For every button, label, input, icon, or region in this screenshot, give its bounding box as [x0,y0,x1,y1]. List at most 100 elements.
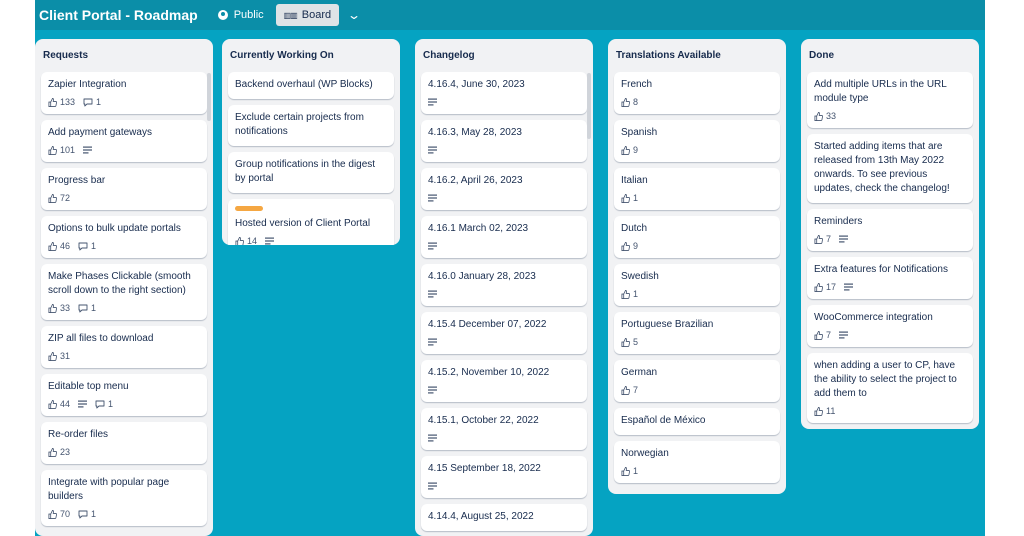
board-view-button[interactable]: ▥▥ Board [275,4,340,26]
card-title: 4.16.2, April 26, 2023 [428,175,523,186]
card[interactable]: Swedish 1 [614,264,780,306]
likes-badge[interactable]: 44 [48,399,70,409]
card[interactable]: Progress bar 72 [41,168,207,210]
card[interactable]: Español de México [614,408,780,435]
likes-badge[interactable]: 17 [814,282,836,292]
likes-count: 1 [633,466,639,476]
likes-badge[interactable]: 31 [48,351,70,361]
card[interactable]: 4.15.2, November 10, 2022 [421,360,587,402]
card[interactable]: Backend overhaul (WP Blocks) [228,72,394,99]
card[interactable]: German 7 [614,360,780,402]
likes-badge[interactable]: 8 [621,97,638,107]
card[interactable]: 4.16.3, May 28, 2023 [421,120,587,162]
visibility-label: Public [233,9,264,21]
card[interactable]: 4.16.2, April 26, 2023 [421,168,587,210]
card[interactable]: 4.14.4, August 25, 2022 [421,504,587,531]
board-title[interactable]: Client Portal - Roadmap [39,7,198,23]
card[interactable]: ZIP all files to download 31 [41,326,207,368]
likes-badge[interactable]: 1 [621,289,638,299]
thumbs-up-icon [621,466,630,476]
card[interactable]: Zapier Integration 133 1 [41,72,207,114]
comments-badge: 1 [78,241,96,251]
card[interactable]: Hosted version of Client Portal 14 [228,199,394,245]
card[interactable]: when adding a user to CP, have the abili… [807,353,973,423]
card[interactable]: Started adding items that are released f… [807,134,973,203]
likes-badge[interactable]: 70 [48,509,70,519]
card[interactable]: Group notifications in the digest by por… [228,152,394,193]
list-title[interactable]: Requests [41,39,207,72]
list-title[interactable]: Currently Working On [228,39,394,72]
card[interactable]: 4.15.1, October 22, 2022 [421,408,587,450]
card[interactable]: 4.15.4 December 07, 2022 [421,312,587,354]
card-badges: 7 [814,329,966,341]
card[interactable]: Re-order files 23 [41,422,207,464]
card[interactable]: Add multiple URLs in the URL module type… [807,72,973,128]
card-badges [428,96,580,108]
card[interactable]: Editable top menu 44 1 [41,374,207,416]
likes-badge[interactable]: 11 [814,406,835,416]
card[interactable]: Options to bulk update portals 46 1 [41,216,207,258]
chevron-down-icon[interactable]: ⌄ [347,8,361,22]
likes-count: 14 [247,236,258,245]
card-title: Add multiple URLs in the URL module type [814,79,947,104]
board: Client Portal - Roadmap Public ▥▥ Board … [35,0,985,536]
likes-count: 7 [826,330,832,340]
card[interactable]: 4.16.1 March 02, 2023 [421,216,587,258]
card-badges: 11 [814,405,966,417]
likes-badge[interactable]: 9 [621,145,638,155]
list-scrollbar[interactable] [207,73,211,121]
card-list: Zapier Integration 133 1 Add payment gatewa… [41,72,207,526]
list-title[interactable]: Translations Available [614,39,780,72]
card[interactable]: Make Phases Clickable (smooth scroll dow… [41,264,207,320]
card[interactable]: Dutch 9 [614,216,780,258]
likes-badge[interactable]: 23 [48,447,70,457]
likes-badge[interactable]: 33 [814,111,836,121]
card-title: 4.16.0 January 28, 2023 [428,271,536,282]
card-title: Norwegian [621,448,669,459]
likes-badge[interactable]: 72 [48,193,70,203]
card[interactable]: Reminders 7 [807,209,973,251]
comments-count: 1 [91,303,97,313]
likes-badge[interactable]: 101 [48,145,75,155]
thumbs-up-icon [48,399,57,409]
likes-badge[interactable]: 7 [814,330,831,340]
card[interactable]: WooCommerce integration 7 [807,305,973,347]
card[interactable]: 4.16.0 January 28, 2023 [421,264,587,306]
card[interactable]: Add payment gateways 101 [41,120,207,162]
likes-badge[interactable]: 133 [48,97,75,107]
card-title: Started adding items that are released f… [814,141,950,194]
likes-count: 9 [633,241,639,251]
card[interactable]: Norwegian 1 [614,441,780,483]
card-badges [428,240,580,252]
card[interactable]: Exclude certain projects from notificati… [228,105,394,146]
likes-count: 9 [633,145,639,155]
card[interactable]: 4.16.4, June 30, 2023 [421,72,587,114]
card-badges: 70 1 [48,508,200,520]
likes-badge[interactable]: 14 [235,236,257,245]
likes-badge[interactable]: 9 [621,241,638,251]
card[interactable]: Portuguese Brazilian 5 [614,312,780,354]
likes-badge[interactable]: 33 [48,303,70,313]
card-list: Backend overhaul (WP Blocks) Exclude cert… [228,72,394,245]
likes-badge[interactable]: 1 [621,466,638,476]
card[interactable]: Integrate with popular page builders 70 1 [41,470,207,526]
card-label-orange[interactable] [235,206,263,211]
card[interactable]: Spanish 9 [614,120,780,162]
list-title[interactable]: Changelog [421,39,587,72]
list-scrollbar[interactable] [587,73,591,139]
card[interactable]: Italian 1 [614,168,780,210]
likes-badge[interactable]: 5 [621,337,638,347]
card[interactable]: French 8 [614,72,780,114]
likes-badge[interactable]: 7 [621,385,638,395]
card-badges: 7 [814,233,966,245]
visibility-button[interactable]: Public [217,9,264,21]
likes-badge[interactable]: 1 [621,193,638,203]
card-title: WooCommerce integration [814,312,933,323]
card-title: Spanish [621,127,658,138]
list-title[interactable]: Done [807,39,973,72]
card[interactable]: 4.15 September 18, 2022 [421,456,587,498]
likes-badge[interactable]: 7 [814,234,831,244]
likes-badge[interactable]: 46 [48,241,70,251]
card[interactable]: Extra features for Notifications 17 [807,257,973,299]
likes-count: 70 [60,509,71,519]
